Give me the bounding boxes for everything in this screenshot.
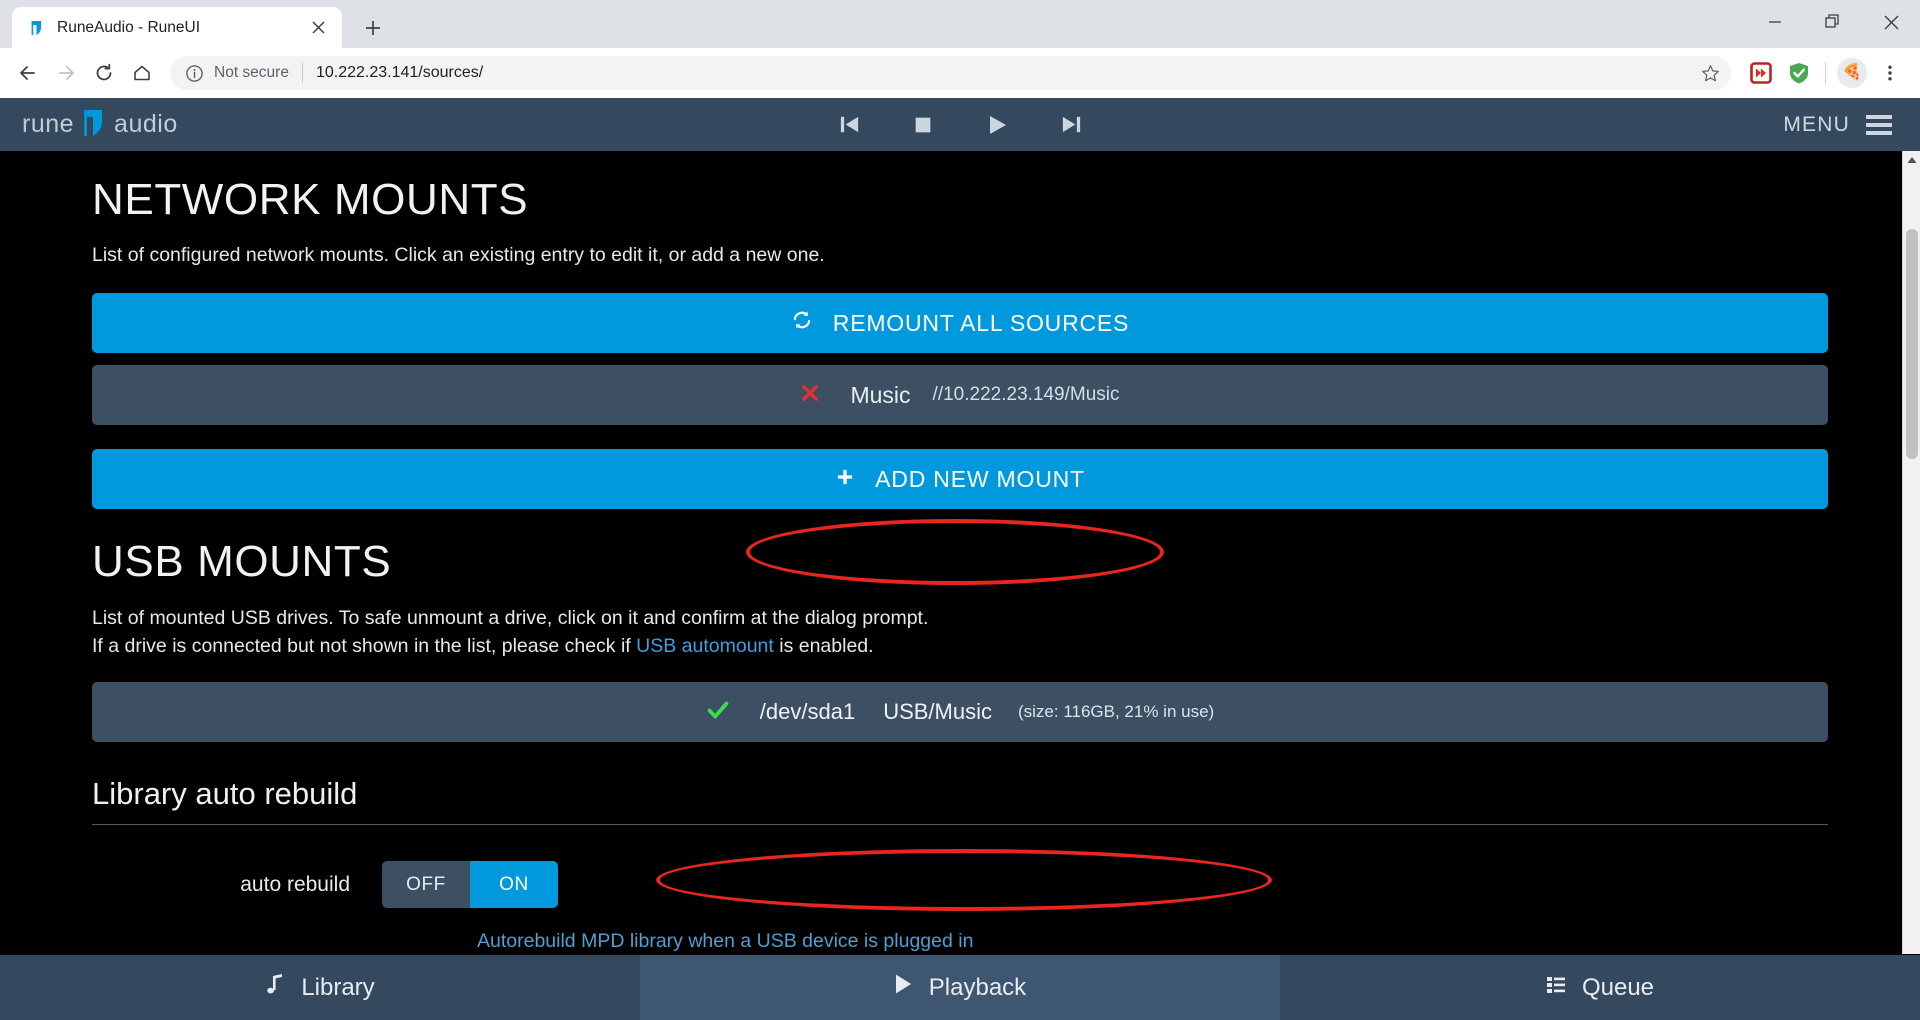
network-mounts-description: List of configured network mounts. Click…	[92, 244, 825, 267]
security-status-label: Not secure	[214, 63, 303, 83]
window-close-icon[interactable]	[1862, 0, 1920, 44]
avatar: 🍕	[1837, 58, 1867, 88]
bottom-navigation: Library Playback Queue	[0, 954, 1920, 1020]
new-tab-button[interactable]	[356, 11, 390, 45]
close-icon[interactable]	[306, 16, 330, 40]
add-new-mount-button[interactable]: ADD NEW MOUNT	[92, 449, 1828, 510]
logo-text-rune: rune	[22, 110, 75, 138]
bottom-nav-queue[interactable]: Queue	[1280, 955, 1920, 1020]
music-note-icon	[265, 973, 285, 1002]
auto-rebuild-toggle[interactable]: OFF ON	[382, 861, 558, 909]
runeaudio-app: rune audio MENU NETWORK MOUNTS List of c…	[0, 98, 1920, 1020]
play-icon[interactable]	[978, 106, 1016, 144]
page-scrollbar[interactable]	[1902, 151, 1920, 954]
browser-toolbar: Not secure 10.222.23.141/sources/ 🍕	[0, 48, 1920, 98]
page-title-network-mounts: NETWORK MOUNTS	[92, 175, 529, 224]
network-mount-row[interactable]: Music //10.222.23.149/Music	[92, 365, 1828, 426]
runeaudio-logo[interactable]: rune audio	[22, 106, 178, 143]
remount-all-sources-button[interactable]: REMOUNT ALL SOURCES	[92, 293, 1828, 354]
scrollbar-thumb[interactable]	[1905, 229, 1918, 459]
usb-drive-row[interactable]: /dev/sda1 USB/Music (size: 116GB, 21% in…	[92, 682, 1828, 743]
pizza-avatar-icon[interactable]: 🍕	[1834, 55, 1870, 91]
url-text: 10.222.23.141/sources/	[315, 64, 484, 81]
address-bar[interactable]: Not secure 10.222.23.141/sources/	[170, 56, 1731, 90]
back-arrow-icon[interactable]	[10, 55, 46, 91]
red-x-icon	[800, 383, 820, 408]
auto-rebuild-label: auto rebuild	[240, 872, 350, 896]
bottom-nav-playback[interactable]: Playback	[640, 955, 1280, 1020]
app-header: rune audio MENU	[0, 98, 1920, 151]
transport-controls	[830, 106, 1090, 144]
runeaudio-logo-icon	[78, 106, 110, 143]
hamburger-icon[interactable]	[1866, 114, 1892, 135]
add-new-mount-label: ADD NEW MOUNT	[875, 465, 1085, 492]
bottom-nav-library-label: Library	[301, 973, 375, 1001]
scroll-up-arrow-icon[interactable]	[1903, 151, 1920, 169]
runeaudio-favicon	[28, 18, 47, 37]
three-dot-menu-icon[interactable]	[1872, 55, 1908, 91]
usb-mounts-description-line1: List of mounted USB drives. To safe unmo…	[92, 606, 929, 629]
bottom-nav-library[interactable]: Library	[0, 955, 640, 1020]
network-mount-name: Music	[850, 381, 911, 408]
star-icon[interactable]	[1695, 58, 1725, 88]
bottom-nav-queue-label: Queue	[1581, 973, 1655, 1001]
usb-mount-label: USB/Music	[883, 699, 992, 725]
forward-arrow-icon	[48, 55, 84, 91]
usb-mounts-description-line2: If a drive is connected but not shown in…	[92, 632, 1828, 660]
auto-rebuild-option-off[interactable]: OFF	[382, 861, 470, 909]
logo-text-audio: audio	[114, 110, 178, 138]
remount-all-sources-label: REMOUNT ALL SOURCES	[832, 309, 1130, 336]
info-circle-icon[interactable]	[184, 63, 205, 84]
window-controls	[1746, 0, 1920, 44]
auto-rebuild-help-text: Autorebuild MPD library when a USB devic…	[477, 930, 974, 953]
tab-strip: RuneAudio - RuneUI	[0, 0, 1920, 48]
library-auto-rebuild-heading: Library auto rebuild	[92, 776, 1828, 826]
maximize-icon[interactable]	[1804, 0, 1862, 44]
network-mount-path: //10.222.23.149/Music	[932, 384, 1120, 406]
list-icon	[1546, 974, 1566, 1002]
reload-icon[interactable]	[86, 55, 122, 91]
toolbar-divider	[1825, 62, 1826, 84]
play-icon	[894, 973, 913, 1002]
usb-device-path: /dev/sda1	[759, 699, 856, 725]
refresh-icon	[791, 309, 813, 337]
menu-button[interactable]: MENU	[1783, 113, 1892, 137]
skip-next-icon[interactable]	[1052, 106, 1090, 144]
usb-desc-pre: If a drive is connected but not shown in…	[92, 634, 637, 657]
green-shield-check-icon[interactable]	[1781, 55, 1817, 91]
page-title-usb-mounts: USB MOUNTS	[92, 537, 392, 587]
usb-automount-link[interactable]: USB automount	[636, 635, 774, 657]
home-icon[interactable]	[124, 55, 160, 91]
skip-previous-icon[interactable]	[830, 106, 868, 144]
minimize-icon[interactable]	[1746, 0, 1804, 44]
bottom-nav-playback-label: Playback	[928, 973, 1027, 1001]
tab-title: RuneAudio - RuneUI	[57, 18, 201, 36]
menu-label: MENU	[1783, 112, 1850, 136]
auto-rebuild-option-on[interactable]: ON	[470, 861, 558, 909]
usb-size-info: (size: 116GB, 21% in use)	[1017, 702, 1215, 722]
page-content: NETWORK MOUNTS List of configured networ…	[0, 151, 1920, 954]
green-check-icon	[706, 698, 730, 727]
auto-rebuild-row: auto rebuild OFF ON	[92, 861, 1828, 909]
fast-forward-extension-icon[interactable]	[1743, 55, 1779, 91]
usb-desc-post: is enabled.	[773, 634, 874, 657]
stop-icon[interactable]	[904, 106, 942, 144]
plus-icon	[835, 466, 855, 493]
browser-chrome: RuneAudio - RuneUI Not secure 10.222.23.…	[0, 0, 1920, 98]
browser-tab[interactable]: RuneAudio - RuneUI	[12, 7, 342, 48]
